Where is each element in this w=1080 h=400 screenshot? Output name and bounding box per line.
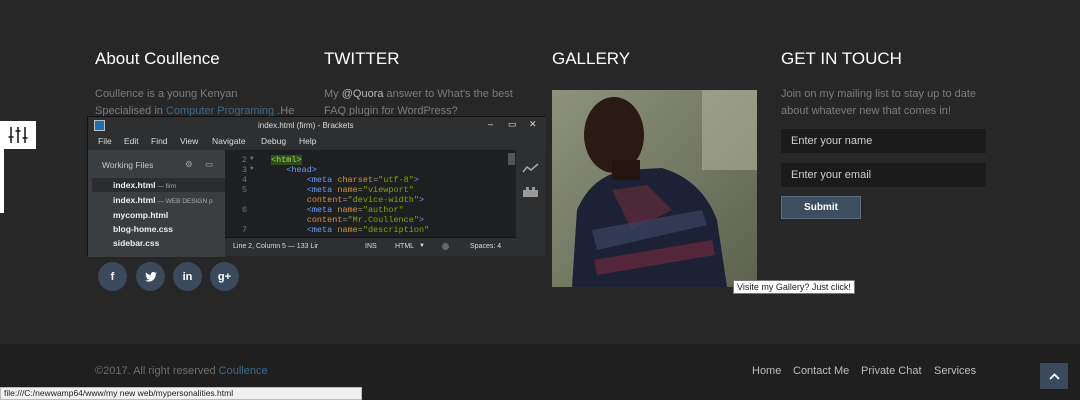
- gear-icon[interactable]: ⚙: [185, 159, 193, 170]
- scroll-to-top-button[interactable]: [1040, 363, 1068, 389]
- code-line: <html>: [271, 155, 302, 165]
- gallery-image[interactable]: [552, 90, 757, 287]
- brackets-logo-icon: [94, 120, 105, 131]
- gallery-photo: [552, 90, 757, 287]
- gallery-title: GALLERY: [552, 49, 631, 68]
- brackets-menubar: File Edit Find View Navigate Debug Help: [88, 134, 546, 150]
- linkedin-icon[interactable]: in: [173, 262, 202, 291]
- code-line: <meta name="viewport": [306, 185, 414, 195]
- facebook-icon[interactable]: f: [98, 262, 127, 291]
- copyright-link[interactable]: Coullence: [219, 365, 268, 377]
- settings-strip: [0, 149, 4, 213]
- copyright-text: ©2017. All right reserved: [95, 365, 219, 377]
- code-line: <meta name="description": [306, 225, 430, 235]
- file-name: index.html: [113, 195, 156, 205]
- file-note: — firm: [155, 183, 177, 190]
- twitter-bird-icon: [144, 271, 157, 282]
- line-number: 5: [241, 185, 247, 195]
- minimize-icon[interactable]: –: [488, 119, 493, 129]
- tweet-text: My @Quora answer to What's the best FAQ …: [324, 86, 513, 120]
- menu-find[interactable]: Find: [151, 136, 168, 146]
- email-input[interactable]: [781, 163, 986, 187]
- line-number: 2: [241, 155, 247, 165]
- insert-mode[interactable]: INS: [365, 243, 377, 250]
- file-name: index.html: [113, 180, 156, 190]
- file-note: — WEB DESIGN p: [155, 198, 213, 205]
- menu-navigate[interactable]: Navigate: [212, 136, 246, 146]
- code-line: content="device-width">: [306, 195, 425, 205]
- gallery-tooltip: Visite my Gallery? Just click!: [733, 280, 855, 294]
- brackets-titlebar[interactable]: index.html (firm) - Brackets – ▭ ✕: [88, 117, 546, 134]
- working-files-panel: Working Files ⚙ ▭ index.html — firm inde…: [88, 150, 225, 257]
- file-item[interactable]: sidebar.css: [113, 238, 159, 248]
- code-line: <meta name="author": [306, 205, 404, 215]
- twitter-title: TWITTER: [324, 49, 400, 68]
- cursor-position: Line 2, Column 5 — 133 Lir: [233, 243, 319, 250]
- file-item[interactable]: mycomp.html: [113, 210, 168, 220]
- sliders-icon: [8, 127, 28, 143]
- about-title: About Coullence: [95, 49, 220, 68]
- mailing-line-2: about whatever new that comes in!: [781, 105, 951, 117]
- indent-spaces[interactable]: Spaces: 4: [470, 243, 501, 250]
- extension-manager-icon[interactable]: [523, 187, 538, 197]
- brackets-toolbar: [516, 150, 545, 256]
- line-number: 4: [241, 175, 247, 185]
- mailing-list-text: Join on my mailing list to stay up to da…: [781, 86, 976, 120]
- file-name: blog-home.css: [113, 224, 173, 234]
- footer-nav-private-chat[interactable]: Private Chat: [861, 365, 922, 377]
- settings-tab[interactable]: [0, 121, 36, 149]
- working-files-label: Working Files: [102, 160, 154, 170]
- fold-arrow-icon[interactable]: ▼: [250, 165, 254, 172]
- tweet-line-1: My @Quora answer to What's the best: [324, 86, 513, 103]
- chevron-up-icon: [1048, 372, 1060, 380]
- code-line: content="Mr.Coullence">: [306, 215, 425, 225]
- line-number: 3: [241, 165, 247, 175]
- submit-button[interactable]: Submit: [781, 196, 861, 219]
- footer-nav-home[interactable]: Home: [752, 365, 781, 377]
- menu-debug[interactable]: Debug: [261, 136, 286, 146]
- menu-view[interactable]: View: [180, 136, 198, 146]
- twitter-icon[interactable]: [136, 262, 165, 291]
- name-input[interactable]: [781, 129, 986, 153]
- file-item[interactable]: blog-home.css: [113, 224, 173, 234]
- about-line-1: Coullence is a young Kenyan: [95, 88, 238, 100]
- split-view-icon[interactable]: ▭: [205, 159, 213, 170]
- maximize-icon[interactable]: ▭: [508, 119, 517, 130]
- menu-edit[interactable]: Edit: [124, 136, 139, 146]
- editor-scrollbar[interactable]: [508, 153, 515, 165]
- tweet-text-b: answer to What's the best: [383, 88, 513, 100]
- linter-status-icon[interactable]: [442, 243, 449, 250]
- brackets-window[interactable]: index.html (firm) - Brackets – ▭ ✕ File …: [87, 116, 546, 257]
- chevron-down-icon: ▼: [419, 243, 425, 249]
- line-number: 6: [241, 205, 247, 215]
- menu-help[interactable]: Help: [299, 136, 316, 146]
- editor-statusbar: Line 2, Column 5 — 133 Lir INS HTML ▼ Sp…: [225, 237, 516, 256]
- mailing-line-1: Join on my mailing list to stay up to da…: [781, 88, 977, 100]
- about-text: Coullence is a young Kenyan Specialised …: [95, 86, 294, 120]
- fold-arrow-icon[interactable]: ▼: [250, 155, 254, 162]
- file-name: mycomp.html: [113, 210, 169, 220]
- browser-status-url: file:///C:/newwamp64/www/my new web/mype…: [0, 387, 362, 400]
- code-line: <meta charset="utf-8">: [306, 175, 419, 185]
- quora-mention-link[interactable]: @Quora: [342, 88, 384, 100]
- code-line: <head>: [286, 165, 317, 175]
- live-preview-icon[interactable]: [522, 163, 539, 174]
- line-number: 7: [241, 225, 247, 235]
- contact-title: GET IN TOUCH: [781, 49, 902, 68]
- file-name: sidebar.css: [113, 238, 160, 248]
- footer-nav-contact[interactable]: Contact Me: [793, 365, 849, 377]
- file-item[interactable]: index.html — WEB DESIGN p: [113, 195, 213, 205]
- brackets-window-title: index.html (firm) - Brackets: [258, 121, 354, 130]
- language-select[interactable]: HTML: [395, 243, 414, 250]
- close-icon[interactable]: ✕: [529, 119, 537, 130]
- menu-file[interactable]: File: [98, 136, 112, 146]
- file-item[interactable]: index.html — firm: [113, 180, 176, 190]
- googleplus-icon[interactable]: g+: [210, 262, 239, 291]
- footer-nav-services[interactable]: Services: [934, 365, 976, 377]
- copyright: ©2017. All right reserved Coullence: [95, 365, 268, 377]
- code-editor[interactable]: 2 3 4 5 6 7 ▼ ▼ <html> <head> <meta char…: [225, 150, 516, 237]
- tweet-text-a: My: [324, 88, 342, 100]
